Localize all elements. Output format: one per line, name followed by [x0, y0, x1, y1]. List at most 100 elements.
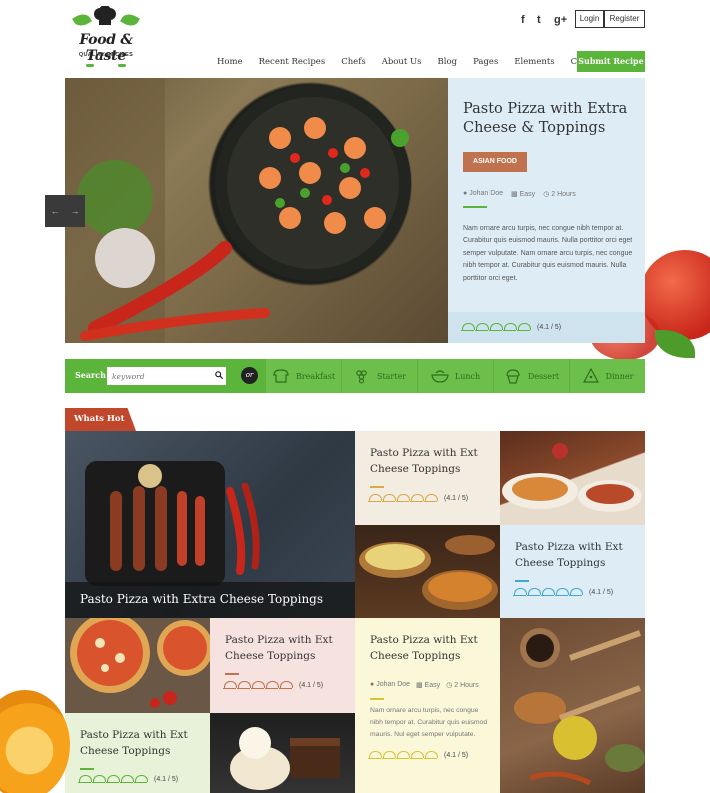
logo-dash	[118, 64, 126, 67]
user-icon: ●	[463, 190, 468, 197]
nav-about-us[interactable]: About Us	[382, 56, 422, 68]
cloche-icon	[396, 751, 410, 759]
meal-breakfast[interactable]: Breakfast	[265, 359, 341, 393]
shrimp-pan-image	[65, 78, 411, 343]
hot-tile-5[interactable]: Pasto Pizza with Ext Cheese Toppings (4.…	[65, 713, 210, 793]
cloche-icon	[368, 494, 382, 502]
nav-elements[interactable]: Elements	[514, 56, 554, 68]
nav-recent-recipes[interactable]: Recent Recipes	[259, 56, 326, 68]
cloche-icon	[237, 681, 251, 689]
author-name: Johan Doe	[376, 681, 411, 688]
time-meta: ◷ 2 Hours	[543, 190, 576, 198]
tile-title[interactable]: Pasto Pizza with Ext Cheese Toppings	[370, 633, 495, 664]
rating-value: (4.1 / 5)	[299, 681, 324, 689]
divider	[370, 698, 384, 700]
nav-blog[interactable]: Blog	[438, 56, 458, 68]
tile-title[interactable]: Pasto Pizza with Ext Cheese Toppings	[515, 540, 640, 571]
clock-icon: ◷	[543, 191, 550, 198]
meal-starter[interactable]: Starter	[341, 359, 417, 393]
arrow-right-icon[interactable]: →	[71, 206, 80, 216]
chart-icon: ▩	[511, 191, 518, 198]
nav-pages[interactable]: Pages	[473, 56, 498, 68]
cloche-icon	[517, 323, 531, 331]
meal-dessert[interactable]: Dessert	[493, 359, 569, 393]
submit-recipe-button[interactable]: Submit Recipe	[577, 51, 645, 72]
login-button[interactable]: Login	[575, 10, 604, 28]
arrow-left-icon[interactable]: ←	[51, 206, 60, 216]
cloche-icon	[279, 681, 293, 689]
hot-feature-tile[interactable]: Pasto Pizza with Extra Cheese Toppings	[65, 431, 355, 618]
google-plus-icon[interactable]: g+	[554, 14, 567, 26]
category-button[interactable]: ASIAN FOOD	[463, 152, 527, 172]
cloche-icon	[382, 494, 396, 502]
cloche-icon	[541, 588, 555, 596]
facebook-icon[interactable]: f	[521, 14, 525, 26]
cloche-icon	[223, 681, 237, 689]
search-input[interactable]	[107, 367, 226, 385]
cloche-icon	[424, 751, 438, 759]
cloche-icon	[92, 775, 106, 783]
tile-description: Nam ornare arcu turpis, nec congue nibh …	[370, 707, 488, 738]
hot-photo-tile[interactable]	[500, 618, 645, 793]
chef-hat-icon	[94, 6, 116, 25]
nav-chefs[interactable]: Chefs	[341, 56, 366, 68]
hot-photo-tile[interactable]	[355, 525, 500, 618]
cloche-icon	[134, 775, 148, 783]
spices-image	[514, 628, 645, 786]
logo[interactable]: Food & Taste QUALITY RECIPES	[64, 6, 148, 72]
hot-tile-2[interactable]: Pasto Pizza with Ext Cheese Toppings (4.…	[500, 525, 645, 618]
orange-decoration	[0, 690, 70, 793]
divider	[463, 206, 487, 208]
leaf-icon	[72, 10, 92, 30]
meal-label: Dessert	[527, 371, 560, 381]
cloche-icon	[396, 494, 410, 502]
hot-tile-4[interactable]: Pasto Pizza with Ext Cheese Toppings ● J…	[355, 618, 500, 793]
grapes-icon	[356, 370, 367, 384]
cloche-icon	[513, 588, 527, 596]
tile-rating: (4.1 / 5)	[513, 588, 613, 596]
hot-tile-3[interactable]: Pasto Pizza with Ext Cheese Toppings (4.…	[210, 618, 355, 713]
tile-rating: (4.1 / 5)	[368, 751, 468, 759]
divider	[225, 673, 239, 675]
divider	[80, 768, 94, 770]
cloche-icon	[569, 588, 583, 596]
nav-home[interactable]: Home	[217, 56, 243, 68]
rating-value: (4.1 / 5)	[444, 494, 469, 502]
difficulty-meta: ▩ Easy	[416, 681, 440, 689]
hot-photo-tile[interactable]	[500, 431, 645, 525]
hero-meta: ● Johan Doe ▩ Easy ◷ 2 Hours	[463, 190, 576, 198]
meal-label: Lunch	[454, 371, 481, 381]
meal-dinner[interactable]: Dinner	[569, 359, 645, 393]
cloche-icon	[527, 588, 541, 596]
slider-arrows[interactable]: ← →	[45, 195, 85, 227]
time-value: 2 Hours	[551, 191, 576, 198]
cloche-icon	[503, 323, 517, 331]
twitter-icon[interactable]: t	[537, 14, 541, 26]
author-meta: ● Johan Doe	[370, 681, 410, 689]
meal-label: Starter	[376, 371, 407, 381]
tile-title[interactable]: Pasto Pizza with Ext Cheese Toppings	[225, 633, 350, 664]
bread-icon	[273, 369, 289, 383]
tile-rating: (4.1 / 5)	[78, 775, 178, 783]
rating-value: (4.1 / 5)	[154, 775, 179, 783]
cloche-icon	[475, 323, 489, 331]
hero-title[interactable]: Pasto Pizza with Extra Cheese & Toppings	[463, 100, 638, 138]
tile-title[interactable]: Pasto Pizza with Ext Cheese Toppings	[370, 446, 495, 477]
search-icon[interactable]	[215, 371, 223, 379]
time-value: 2 Hours	[454, 682, 479, 689]
hot-feature-title[interactable]: Pasto Pizza with Extra Cheese Toppings	[80, 592, 323, 606]
or-badge: or	[241, 367, 258, 384]
register-button[interactable]: Register	[604, 10, 645, 28]
hot-photo-tile[interactable]	[210, 713, 355, 793]
cloche-icon	[489, 323, 503, 331]
search-label: Search	[75, 370, 106, 380]
meal-lunch[interactable]: Lunch	[417, 359, 493, 393]
tile-title[interactable]: Pasto Pizza with Ext Cheese Toppings	[80, 728, 205, 759]
pizza-image	[70, 618, 210, 708]
hot-photo-tile[interactable]	[65, 618, 210, 713]
hot-tile-1[interactable]: Pasto Pizza with Ext Cheese Toppings (4.…	[355, 431, 500, 525]
difficulty-value: Easy	[519, 191, 536, 198]
time-meta: ◷ 2 Hours	[446, 681, 479, 689]
hero-image[interactable]	[65, 78, 448, 343]
tapas-image	[502, 443, 642, 512]
